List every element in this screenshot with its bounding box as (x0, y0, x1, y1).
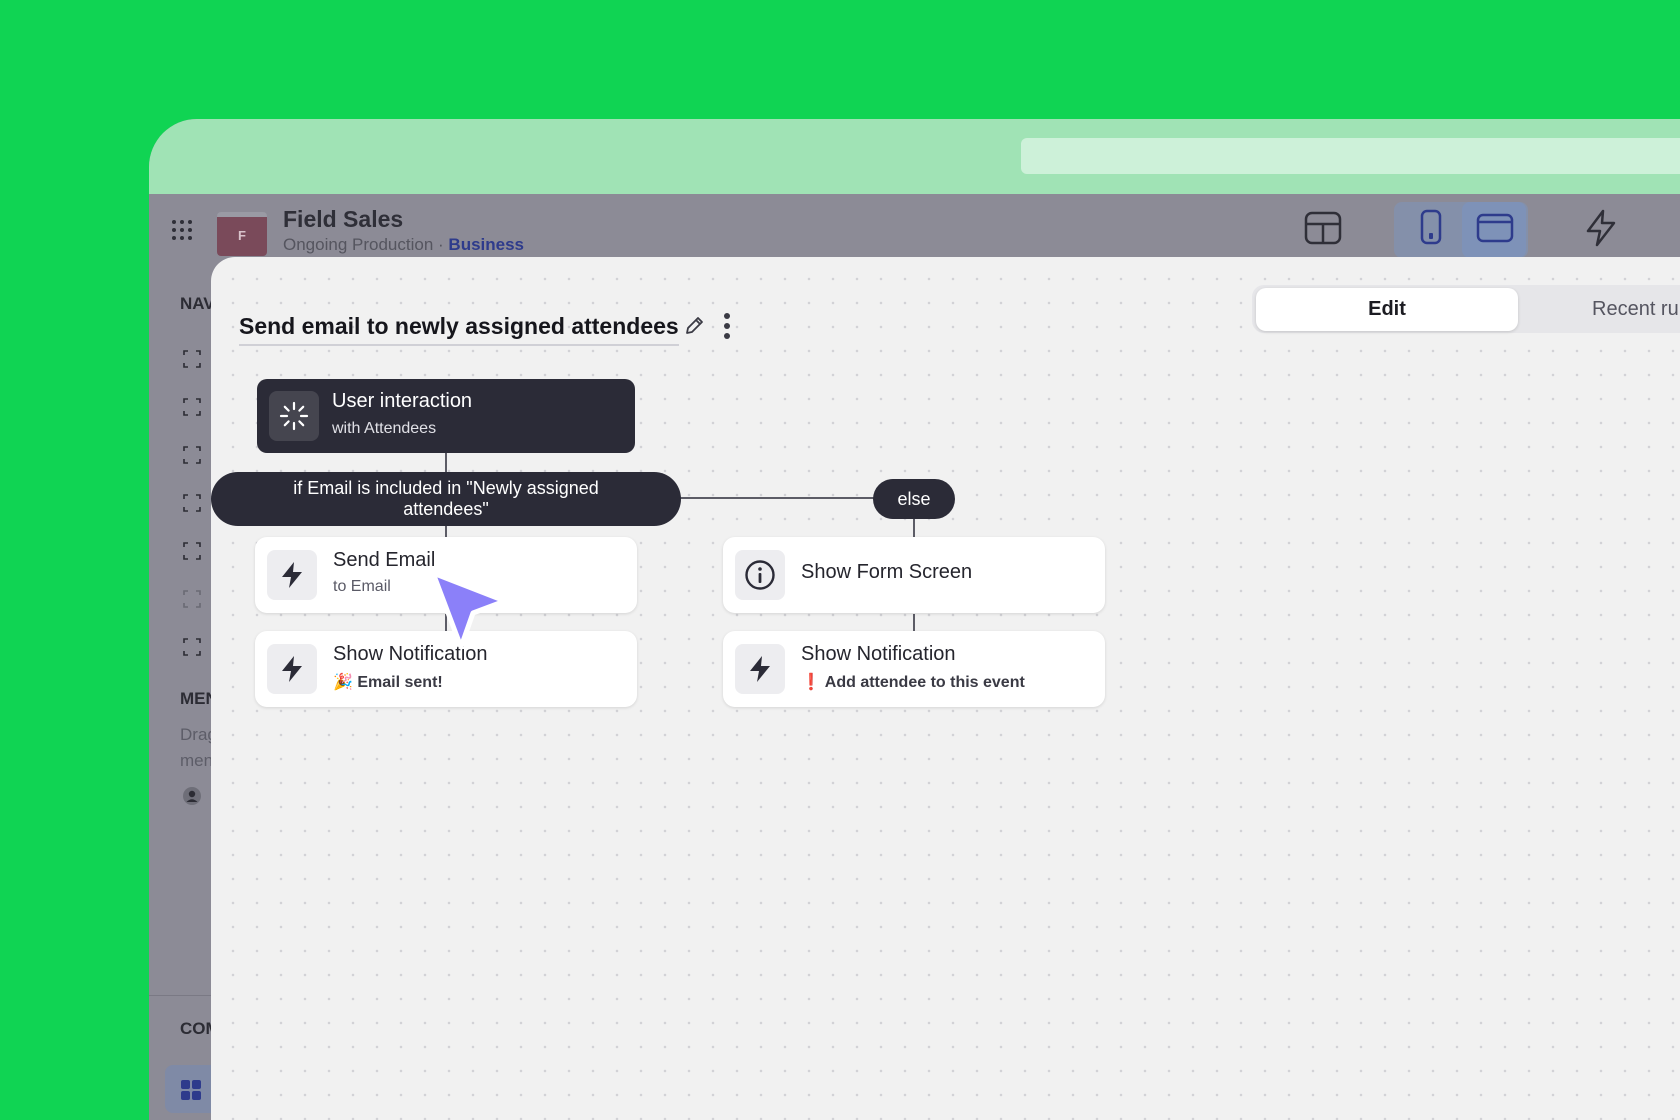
desktop-device-icon[interactable] (1476, 213, 1514, 243)
action-subtitle: 🎉 Email sent! (333, 672, 443, 692)
nav-section-label: NAV (180, 294, 215, 313)
table-layout-icon[interactable] (1304, 211, 1342, 245)
action-title: Send Email (333, 549, 436, 571)
sidebar-divider (149, 995, 219, 996)
separator: · (438, 235, 444, 254)
more-options-icon[interactable] (722, 312, 732, 340)
plan-tier[interactable]: Business (448, 235, 524, 254)
info-icon (745, 560, 775, 590)
action-node-show-notification[interactable]: Show Notification ❗ Add attendee to this… (723, 631, 1105, 707)
screen-placeholder-icon[interactable] (182, 493, 202, 513)
condition-node[interactable]: if Email is included in "Newly assigned … (211, 472, 681, 526)
trigger-icon-box (269, 391, 319, 441)
screen-placeholder-icon[interactable] (182, 349, 202, 369)
lightning-icon (282, 562, 302, 588)
action-icon-box (267, 644, 317, 694)
else-branch-pill[interactable]: else (873, 479, 955, 519)
action-title: Show Notification (801, 643, 956, 665)
screen-placeholder-icon[interactable] (182, 445, 202, 465)
loading-spinner-icon (279, 401, 309, 431)
action-icon-box (735, 644, 785, 694)
action-node-show-form-screen[interactable]: Show Form Screen (723, 537, 1105, 613)
lightning-icon (282, 656, 302, 682)
exclamation-emoji-icon: ❗ (801, 674, 821, 691)
mobile-device-icon[interactable] (1419, 209, 1443, 245)
user-avatar-icon[interactable] (182, 786, 202, 806)
connector-line (445, 453, 447, 473)
editor-tabs: Edit Recent ru (1252, 285, 1680, 333)
browser-bar (149, 119, 1680, 194)
trigger-node[interactable]: User interaction with Attendees (257, 379, 635, 453)
action-subtitle: ❗ Add attendee to this event (801, 672, 1025, 692)
action-title: Show Form Screen (801, 561, 973, 583)
condition-text-line1: if Email is included in "Newly assigned (293, 478, 599, 498)
tab-recent-runs[interactable]: Recent ru (1592, 288, 1679, 331)
workflow-title[interactable]: Send email to newly assigned attendees (239, 313, 679, 346)
app-window: F Field Sales Ongoing Production · Busin… (149, 119, 1680, 1120)
trigger-subtitle: with Attendees (332, 420, 437, 437)
cursor-pointer-icon (430, 570, 508, 650)
notification-message: Add attendee to this event (824, 674, 1025, 691)
condition-text-line2: attendees" (403, 499, 489, 519)
app-logo[interactable]: F (217, 212, 267, 256)
lightning-icon (750, 656, 770, 682)
connector-line (913, 519, 915, 537)
apps-grid-icon[interactable] (171, 219, 193, 241)
trigger-title: User interaction (332, 390, 473, 412)
screen-placeholder-icon[interactable] (182, 589, 202, 609)
party-emoji-icon: 🎉 (333, 674, 353, 691)
screen-placeholder-icon[interactable] (182, 637, 202, 657)
workflow-editor-panel: Send email to newly assigned attendees E… (211, 257, 1680, 1120)
action-subtitle: to Email (333, 578, 391, 595)
app-subtitle: Ongoing Production · Business (283, 235, 524, 255)
connector-line (679, 497, 875, 499)
lightning-icon[interactable] (1584, 209, 1618, 247)
component-grid-icon (181, 1080, 201, 1100)
menu-hint-line2: men (180, 751, 214, 770)
app-environment: Ongoing Production (283, 235, 434, 254)
connector-line (913, 614, 915, 632)
app-name: Field Sales (283, 206, 404, 232)
tab-edit[interactable]: Edit (1256, 288, 1518, 331)
sidebar: NAV MEN Drag men COM (149, 258, 225, 1120)
app-header: F Field Sales Ongoing Production · Busin… (149, 194, 1680, 258)
address-bar[interactable] (1021, 138, 1680, 174)
action-icon-box (735, 550, 785, 600)
pencil-icon[interactable] (683, 315, 705, 337)
action-icon-box (267, 550, 317, 600)
screen-placeholder-icon[interactable] (182, 541, 202, 561)
notification-message: Email sent! (357, 674, 443, 691)
screen-placeholder-icon[interactable] (182, 397, 202, 417)
